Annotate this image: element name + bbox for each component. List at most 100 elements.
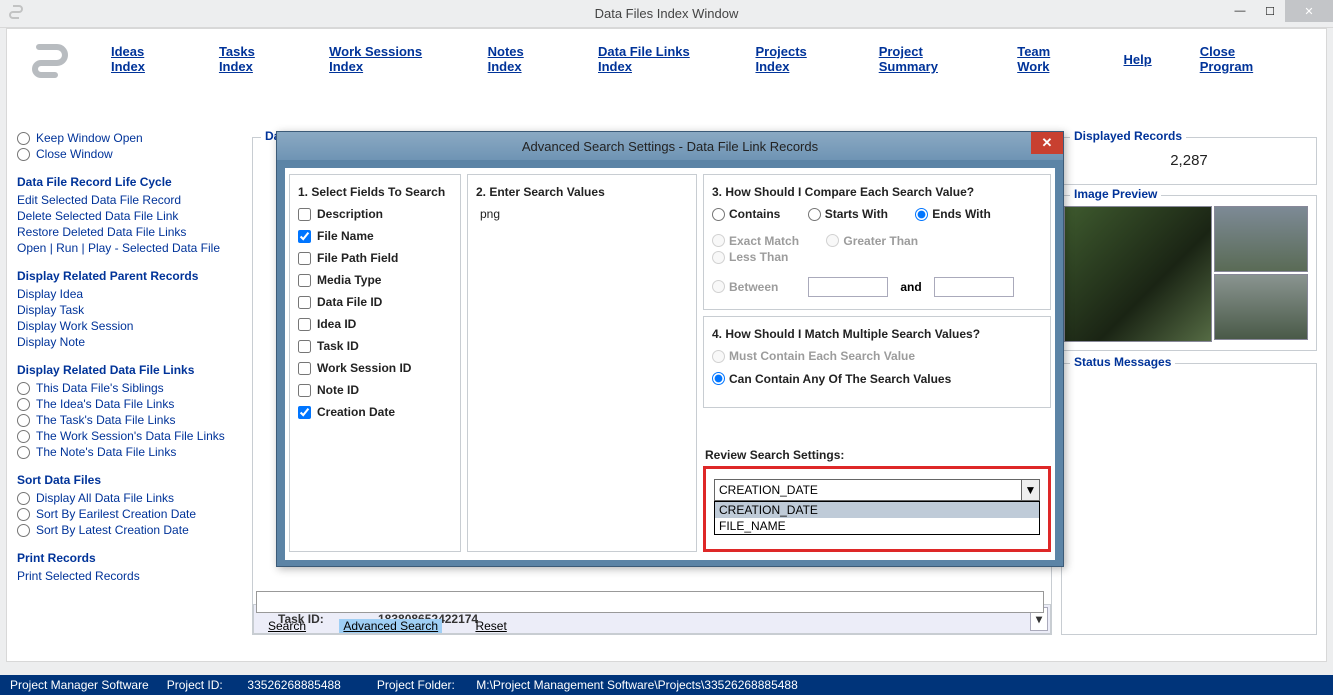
field-row: Creation Date <box>298 405 452 419</box>
radio-idea-links[interactable] <box>17 398 30 411</box>
field-row: Description <box>298 207 452 221</box>
field-checkbox-file-name[interactable] <box>298 230 311 243</box>
chevron-down-icon[interactable]: ▼ <box>1021 480 1039 500</box>
label-task-links: The Task's Data File Links <box>36 413 175 427</box>
link-edit-record[interactable]: Edit Selected Data File Record <box>17 193 181 207</box>
radio-starts-with[interactable] <box>808 208 821 221</box>
dialog-body: 1. Select Fields To Search Description Fi… <box>285 168 1055 560</box>
radio-match-any[interactable] <box>712 372 725 385</box>
status-footer: Project Manager Software Project ID: 335… <box>0 675 1333 695</box>
link-display-idea[interactable]: Display Idea <box>17 287 83 301</box>
radio-siblings[interactable] <box>17 382 30 395</box>
nav-project-summary[interactable]: Project Summary <box>879 44 970 74</box>
legend-displayed-records: Displayed Records <box>1070 129 1186 143</box>
label-idea-links: The Idea's Data File Links <box>36 397 174 411</box>
label-match-each: Must Contain Each Search Value <box>729 349 915 363</box>
radio-ws-links[interactable] <box>17 430 30 443</box>
advanced-search-dialog: Advanced Search Settings - Data File Lin… <box>276 131 1064 567</box>
field-row: Note ID <box>298 383 452 397</box>
field-checkbox-work-session-id[interactable] <box>298 362 311 375</box>
close-button[interactable]: ✕ <box>1285 0 1333 22</box>
field-label: Description <box>317 207 383 221</box>
field-checkbox-description[interactable] <box>298 208 311 221</box>
radio-sort-latest[interactable] <box>17 524 30 537</box>
field-row: File Name <box>298 229 452 243</box>
label-ends-with: Ends With <box>932 207 991 221</box>
section-parent: Display Related Parent Records <box>17 269 247 283</box>
nav-projects-index[interactable]: Projects Index <box>755 44 830 74</box>
field-label: File Path Field <box>317 251 398 265</box>
panel-compare: 3. How Should I Compare Each Search Valu… <box>703 174 1051 310</box>
radio-display-all[interactable] <box>17 492 30 505</box>
radio-keep-open[interactable] <box>17 132 30 145</box>
between-to-input[interactable] <box>934 277 1014 297</box>
radio-ends-with[interactable] <box>915 208 928 221</box>
field-checkbox-task-id[interactable] <box>298 340 311 353</box>
field-checkbox-creation-date[interactable] <box>298 406 311 419</box>
preview-image-1 <box>1064 206 1212 342</box>
label-greater-than: Greater Than <box>843 234 918 248</box>
link-display-work-session[interactable]: Display Work Session <box>17 319 133 333</box>
nav-notes-index[interactable]: Notes Index <box>488 44 550 74</box>
link-display-note[interactable]: Display Note <box>17 335 85 349</box>
window-titlebar: Data Files Index Window — ☐ ✕ <box>0 0 1333 28</box>
link-restore-links[interactable]: Restore Deleted Data File Links <box>17 225 186 239</box>
nav-data-file-links-index[interactable]: Data File Links Index <box>598 44 707 74</box>
nav-help[interactable]: Help <box>1124 52 1152 67</box>
radio-task-links[interactable] <box>17 414 30 427</box>
nav-ideas-index[interactable]: Ideas Index <box>111 44 171 74</box>
radio-exact-match <box>712 234 725 247</box>
label-ws-links: The Work Session's Data File Links <box>36 429 225 443</box>
search-input[interactable] <box>256 591 1044 613</box>
label-close-window: Close Window <box>36 147 113 161</box>
link-print-selected[interactable]: Print Selected Records <box>17 569 140 583</box>
dialog-title: Advanced Search Settings - Data File Lin… <box>277 132 1063 160</box>
radio-sort-earliest[interactable] <box>17 508 30 521</box>
section-sort: Sort Data Files <box>17 473 247 487</box>
field-checkbox-idea-id[interactable] <box>298 318 311 331</box>
field-checkbox-media-type[interactable] <box>298 274 311 287</box>
nav-work-sessions-index[interactable]: Work Sessions Index <box>329 44 440 74</box>
dialog-close-button[interactable]: ✕ <box>1031 132 1063 154</box>
panel1-title: 1. Select Fields To Search <box>298 185 452 199</box>
nav-close-program[interactable]: Close Program <box>1200 44 1278 74</box>
field-checkbox-data-file-id[interactable] <box>298 296 311 309</box>
review-combo-dropdown[interactable]: CREATION_DATE FILE_NAME <box>714 501 1040 535</box>
review-combo[interactable]: CREATION_DATE ▼ <box>714 479 1040 501</box>
nav-team-work[interactable]: Team Work <box>1017 44 1075 74</box>
field-checkbox-note-id[interactable] <box>298 384 311 397</box>
panel4-title: 4. How Should I Match Multiple Search Va… <box>712 327 1042 341</box>
search-value-text: png <box>480 207 688 221</box>
footer-project-folder: Project Folder: M:\Project Management So… <box>377 678 816 692</box>
reset-link[interactable]: Reset <box>475 619 506 633</box>
combo-option-file-name[interactable]: FILE_NAME <box>715 518 1039 534</box>
radio-close-window[interactable] <box>17 148 30 161</box>
sidebar: Keep Window Open Close Window Data File … <box>17 129 247 585</box>
field-row: File Path Field <box>298 251 452 265</box>
radio-contains[interactable] <box>712 208 725 221</box>
nav-tasks-index[interactable]: Tasks Index <box>219 44 281 74</box>
field-checkbox-file-path-field[interactable] <box>298 252 311 265</box>
group-displayed-records: Displayed Records 2,287 <box>1061 137 1317 185</box>
field-row: Work Session ID <box>298 361 452 375</box>
field-label: Note ID <box>317 383 359 397</box>
link-delete-link[interactable]: Delete Selected Data File Link <box>17 209 178 223</box>
maximize-button[interactable]: ☐ <box>1255 0 1285 22</box>
search-bar-row: Search Advanced Search Reset <box>252 591 1052 633</box>
link-display-task[interactable]: Display Task <box>17 303 84 317</box>
field-row: Idea ID <box>298 317 452 331</box>
minimize-button[interactable]: — <box>1225 0 1255 22</box>
displayed-records-value: 2,287 <box>1062 152 1316 169</box>
preview-image-3 <box>1214 274 1308 340</box>
field-label: Media Type <box>317 273 381 287</box>
radio-note-links[interactable] <box>17 446 30 459</box>
between-from-input[interactable] <box>808 277 888 297</box>
advanced-search-link[interactable]: Advanced Search <box>339 619 442 633</box>
search-link[interactable]: Search <box>268 619 306 633</box>
label-siblings: This Data File's Siblings <box>36 381 164 395</box>
link-open-run-play[interactable]: Open | Run | Play - Selected Data File <box>17 241 220 255</box>
group-status-messages: Status Messages <box>1061 363 1317 635</box>
group-image-preview: Image Preview <box>1061 195 1317 351</box>
combo-option-creation-date[interactable]: CREATION_DATE <box>715 502 1039 518</box>
label-between: Between <box>729 280 778 294</box>
